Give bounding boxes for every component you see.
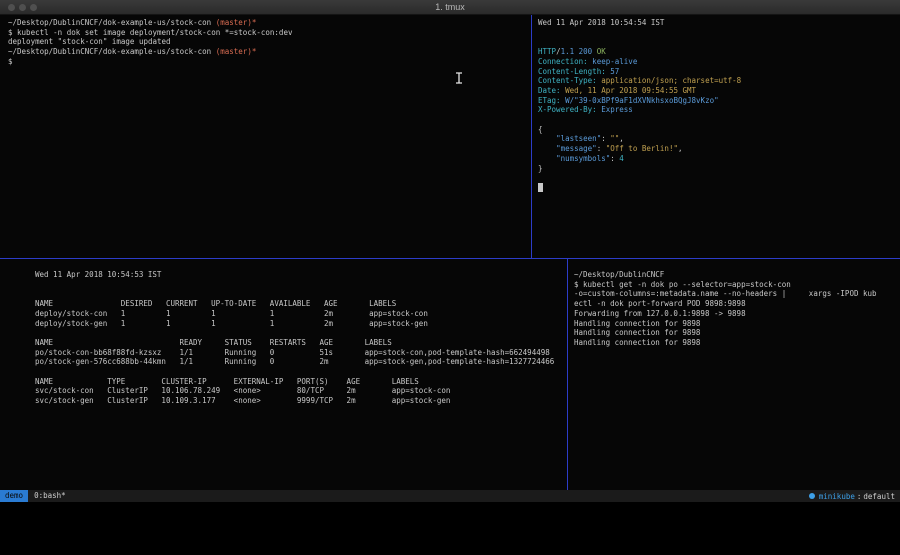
pane-bottom-right[interactable]: ~/Desktop/DublinCNCF$ kubectl get -n dok… <box>568 259 900 490</box>
pane-divider-horizontal[interactable] <box>0 258 900 259</box>
terminal-line: deploy/stock-con 1 1 1 1 2m app=stock-co… <box>35 309 563 319</box>
screen: 1. tmux ~/Desktop/DublinCNCF/dok-example… <box>0 0 900 555</box>
pane-top-left[interactable]: ~/Desktop/DublinCNCF/dok-example-us/stoc… <box>0 15 531 258</box>
terminal-line: Date: Wed, 11 Apr 2018 09:54:55 GMT <box>538 86 896 96</box>
tmux-status-bar: demo 0:bash* minikube : default <box>0 490 900 502</box>
terminal-line: X-Powered-By: Express <box>538 105 896 115</box>
terminal-line: NAME READY STATUS RESTARTS AGE LABELS <box>35 338 563 348</box>
terminal-line: Forwarding from 127.0.0.1:9898 -> 9898 <box>574 309 896 319</box>
terminal-line: "lastseen": "", <box>538 134 896 144</box>
terminal-line: svc/stock-gen ClusterIP 10.109.3.177 <no… <box>35 396 563 406</box>
terminal-line: $ kubectl -n dok set image deployment/st… <box>8 28 527 38</box>
terminal-line: ~/Desktop/DublinCNCF/dok-example-us/stoc… <box>8 18 527 28</box>
terminal-line: deployment "stock-con" image updated <box>8 37 527 47</box>
mouse-cursor <box>455 72 463 84</box>
window-label[interactable]: 0:bash* <box>34 490 66 502</box>
terminal-line: $ kubectl get -n dok po --selector=app=s… <box>574 280 896 290</box>
terminal-line: Handling connection for 9898 <box>574 328 896 338</box>
pane-divider-vertical-top[interactable] <box>531 15 532 258</box>
terminal-line: Wed 11 Apr 2018 10:54:53 IST <box>35 270 563 280</box>
terminal-line: po/stock-con-bb68f88fd-kzsxz 1/1 Running… <box>35 348 563 358</box>
terminal-line: ~/Desktop/DublinCNCF <box>574 270 896 280</box>
kubernetes-icon <box>809 493 815 499</box>
kube-namespace: default <box>863 492 895 501</box>
terminal-line: -o=custom-columns=:metadata.name --no-he… <box>574 289 896 299</box>
terminal-line: svc/stock-con ClusterIP 10.106.78.249 <n… <box>35 386 563 396</box>
window-title: 1. tmux <box>0 0 900 15</box>
terminal-line: HTTP/1.1 200 OK <box>538 47 896 57</box>
terminal-window: 1. tmux ~/Desktop/DublinCNCF/dok-example… <box>0 0 900 502</box>
pane-divider-vertical-bottom[interactable] <box>567 259 568 490</box>
kube-separator: : <box>857 492 862 501</box>
session-name[interactable]: demo <box>0 490 28 502</box>
terminal-line: "numsymbols": 4 <box>538 154 896 164</box>
terminal-line: Wed 11 Apr 2018 10:54:54 IST <box>538 18 896 28</box>
terminal-line: NAME TYPE CLUSTER-IP EXTERNAL-IP PORT(S)… <box>35 377 563 387</box>
terminal-line: ectl -n dok port-forward POD 9898:9898 <box>574 299 896 309</box>
terminal-line: } <box>538 164 896 174</box>
status-right: minikube : default <box>809 492 895 501</box>
terminal-line <box>538 115 896 125</box>
terminal-line: { <box>538 125 896 135</box>
terminal-line: "message": "Off to Berlin!", <box>538 144 896 154</box>
terminal-line: $ <box>8 57 527 67</box>
terminal-line: Handling connection for 9898 <box>574 319 896 329</box>
terminal-line <box>35 367 563 377</box>
terminal-line <box>538 183 896 193</box>
terminal-line <box>538 37 896 47</box>
terminal-line: deploy/stock-gen 1 1 1 1 2m app=stock-ge… <box>35 319 563 329</box>
terminal-line: ETag: W/"39-0xBPf9aF1dXVNkhsxoBQgJ8vKzo" <box>538 96 896 106</box>
pane-bottom-left[interactable]: Wed 11 Apr 2018 10:54:53 IST NAME DESIRE… <box>0 259 567 490</box>
terminal-line: po/stock-gen-576cc688bb-44kmn 1/1 Runnin… <box>35 357 563 367</box>
terminal-line: NAME DESIRED CURRENT UP-TO-DATE AVAILABL… <box>35 299 563 309</box>
terminal-line: Handling connection for 9898 <box>574 338 896 348</box>
terminal-line <box>35 280 563 290</box>
pane-top-right[interactable]: Wed 11 Apr 2018 10:54:54 IST HTTP/1.1 20… <box>532 15 900 258</box>
kube-context: minikube <box>819 492 855 501</box>
terminal-line: Connection: keep-alive <box>538 57 896 67</box>
terminal-line <box>35 328 563 338</box>
desktop-background <box>0 502 900 555</box>
window-titlebar: 1. tmux <box>0 0 900 15</box>
terminal-line <box>538 28 896 38</box>
terminal-line <box>538 173 896 183</box>
terminal-line: ~/Desktop/DublinCNCF/dok-example-us/stoc… <box>8 47 527 57</box>
terminal-line: Content-Length: 57 <box>538 67 896 77</box>
terminal-line: Content-Type: application/json; charset=… <box>538 76 896 86</box>
terminal-line <box>35 289 563 299</box>
